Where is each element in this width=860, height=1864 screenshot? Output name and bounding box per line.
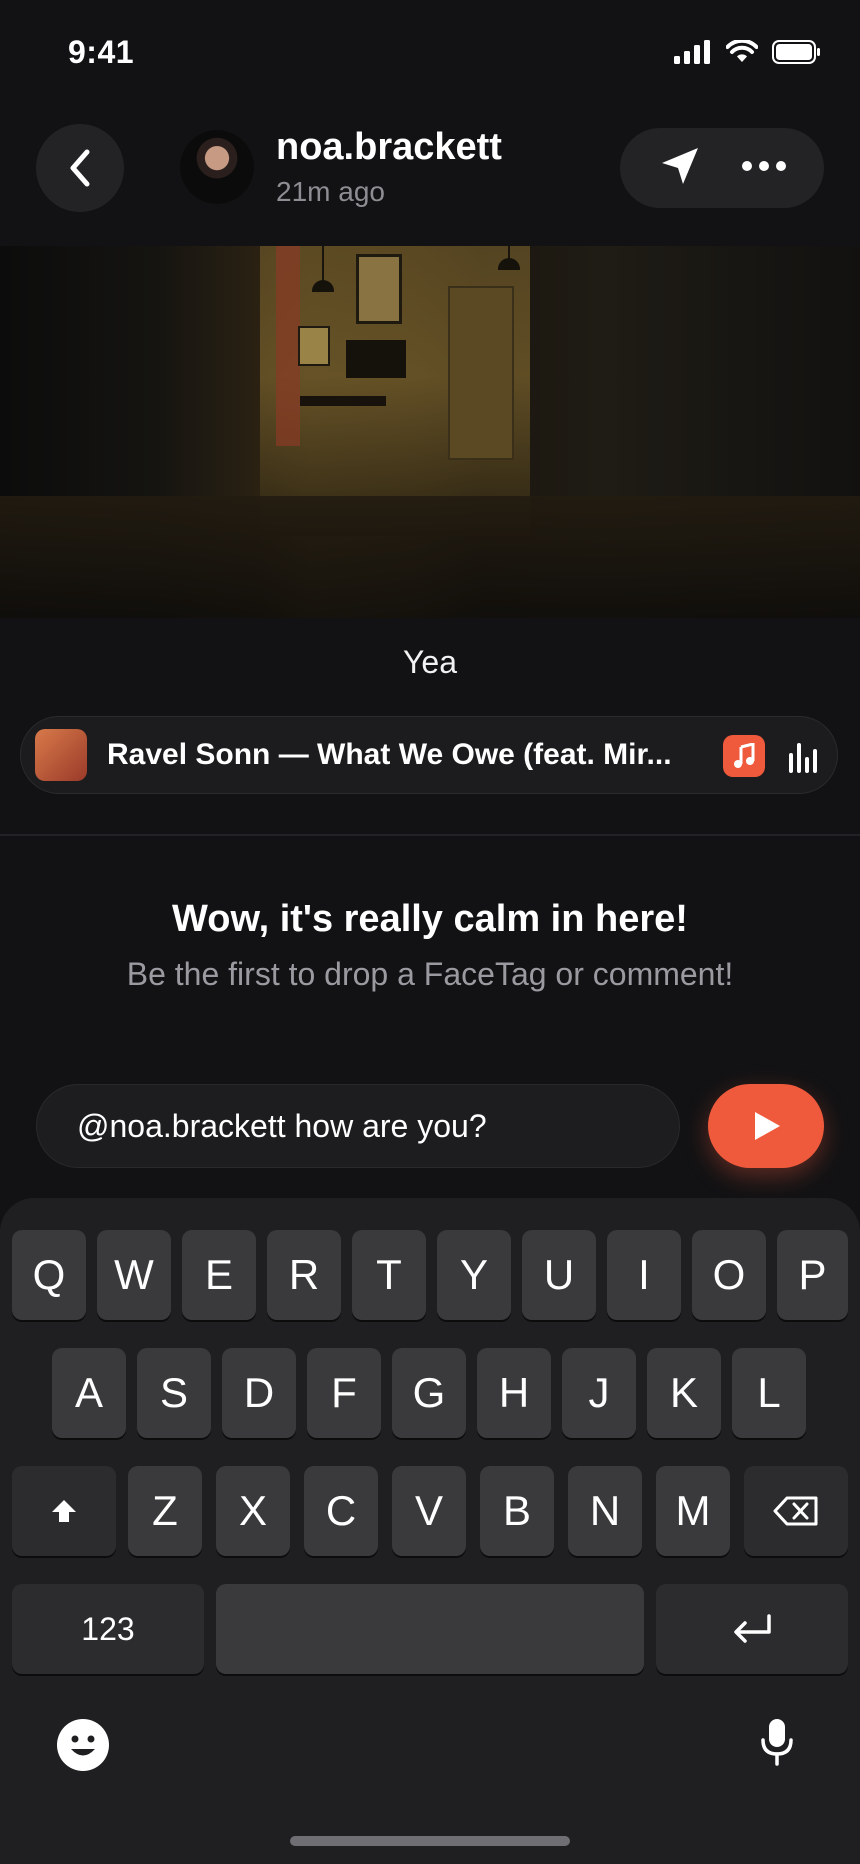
key[interactable]: V bbox=[392, 1466, 466, 1556]
battery-icon bbox=[772, 40, 820, 64]
track-title: Ravel Sonn — What We Owe (feat. Mir... bbox=[107, 738, 672, 771]
post-photo[interactable] bbox=[0, 246, 860, 618]
key[interactable]: R bbox=[267, 1230, 341, 1320]
key[interactable]: X bbox=[216, 1466, 290, 1556]
numbers-key[interactable]: 123 bbox=[12, 1584, 204, 1674]
key[interactable]: L bbox=[732, 1348, 806, 1438]
key[interactable]: E bbox=[182, 1230, 256, 1320]
delete-key[interactable] bbox=[744, 1466, 848, 1556]
keyboard: Q W E R T Y U I O P A S D F G H J K L Z … bbox=[0, 1198, 860, 1864]
key[interactable]: A bbox=[52, 1348, 126, 1438]
return-arrow-icon bbox=[734, 1614, 771, 1643]
play-triangle-icon bbox=[755, 1112, 780, 1140]
more-options-button[interactable] bbox=[741, 159, 787, 177]
post-time: 21m ago bbox=[276, 176, 385, 207]
key[interactable]: S bbox=[137, 1348, 211, 1438]
status-icons bbox=[674, 40, 822, 64]
key[interactable]: Y bbox=[437, 1230, 511, 1320]
emoji-button[interactable] bbox=[56, 1718, 110, 1777]
key[interactable]: J bbox=[562, 1348, 636, 1438]
username[interactable]: noa.brackett bbox=[276, 126, 502, 169]
key[interactable]: O bbox=[692, 1230, 766, 1320]
paper-plane-icon bbox=[661, 147, 698, 184]
key[interactable]: P bbox=[777, 1230, 848, 1320]
key[interactable]: D bbox=[222, 1348, 296, 1438]
key[interactable]: B bbox=[480, 1466, 554, 1556]
back-button[interactable] bbox=[36, 124, 124, 212]
shift-arrow-icon bbox=[52, 1500, 76, 1522]
key[interactable]: G bbox=[392, 1348, 466, 1438]
space-key[interactable] bbox=[216, 1584, 644, 1674]
key[interactable]: I bbox=[607, 1230, 681, 1320]
wifi-icon bbox=[726, 40, 758, 62]
key[interactable]: C bbox=[304, 1466, 378, 1556]
music-note-icon bbox=[734, 743, 755, 768]
album-art bbox=[35, 729, 87, 781]
key[interactable]: Q bbox=[12, 1230, 86, 1320]
empty-comments-title: Wow, it's really calm in here! bbox=[172, 898, 688, 940]
post-caption: Yea bbox=[403, 644, 457, 680]
key[interactable]: W bbox=[97, 1230, 171, 1320]
chevron-left-icon bbox=[70, 149, 90, 187]
home-indicator[interactable] bbox=[290, 1836, 570, 1846]
key[interactable]: F bbox=[307, 1348, 381, 1438]
equalizer-icon bbox=[789, 743, 817, 773]
cellular-signal-icon bbox=[674, 40, 710, 64]
dictation-button[interactable] bbox=[760, 1718, 794, 1771]
shift-key[interactable] bbox=[12, 1466, 116, 1556]
send-direct-button[interactable] bbox=[658, 144, 702, 193]
music-bar[interactable]: Ravel Sonn — What We Owe (feat. Mir... bbox=[20, 716, 838, 794]
key[interactable]: K bbox=[647, 1348, 721, 1438]
avatar[interactable] bbox=[180, 130, 254, 204]
comment-input[interactable]: @noa.brackett how are you? bbox=[36, 1084, 680, 1168]
ellipsis-icon bbox=[741, 161, 786, 171]
divider bbox=[0, 834, 860, 836]
emoji-face-icon bbox=[57, 1719, 109, 1771]
backspace-icon bbox=[773, 1496, 818, 1526]
header-actions bbox=[620, 128, 824, 208]
status-time: 9:41 bbox=[68, 34, 135, 70]
comment-input-value: @noa.brackett how are you? bbox=[77, 1107, 487, 1144]
music-app-button[interactable] bbox=[723, 735, 765, 777]
empty-comments-subtitle: Be the first to drop a FaceTag or commen… bbox=[126, 956, 734, 992]
key[interactable]: M bbox=[656, 1466, 730, 1556]
key[interactable]: H bbox=[477, 1348, 551, 1438]
key[interactable]: N bbox=[568, 1466, 642, 1556]
return-key[interactable] bbox=[656, 1584, 848, 1674]
microphone-icon bbox=[761, 1719, 793, 1766]
key[interactable]: Z bbox=[128, 1466, 202, 1556]
send-comment-button[interactable] bbox=[708, 1084, 824, 1168]
key[interactable]: T bbox=[352, 1230, 426, 1320]
key[interactable]: U bbox=[522, 1230, 596, 1320]
